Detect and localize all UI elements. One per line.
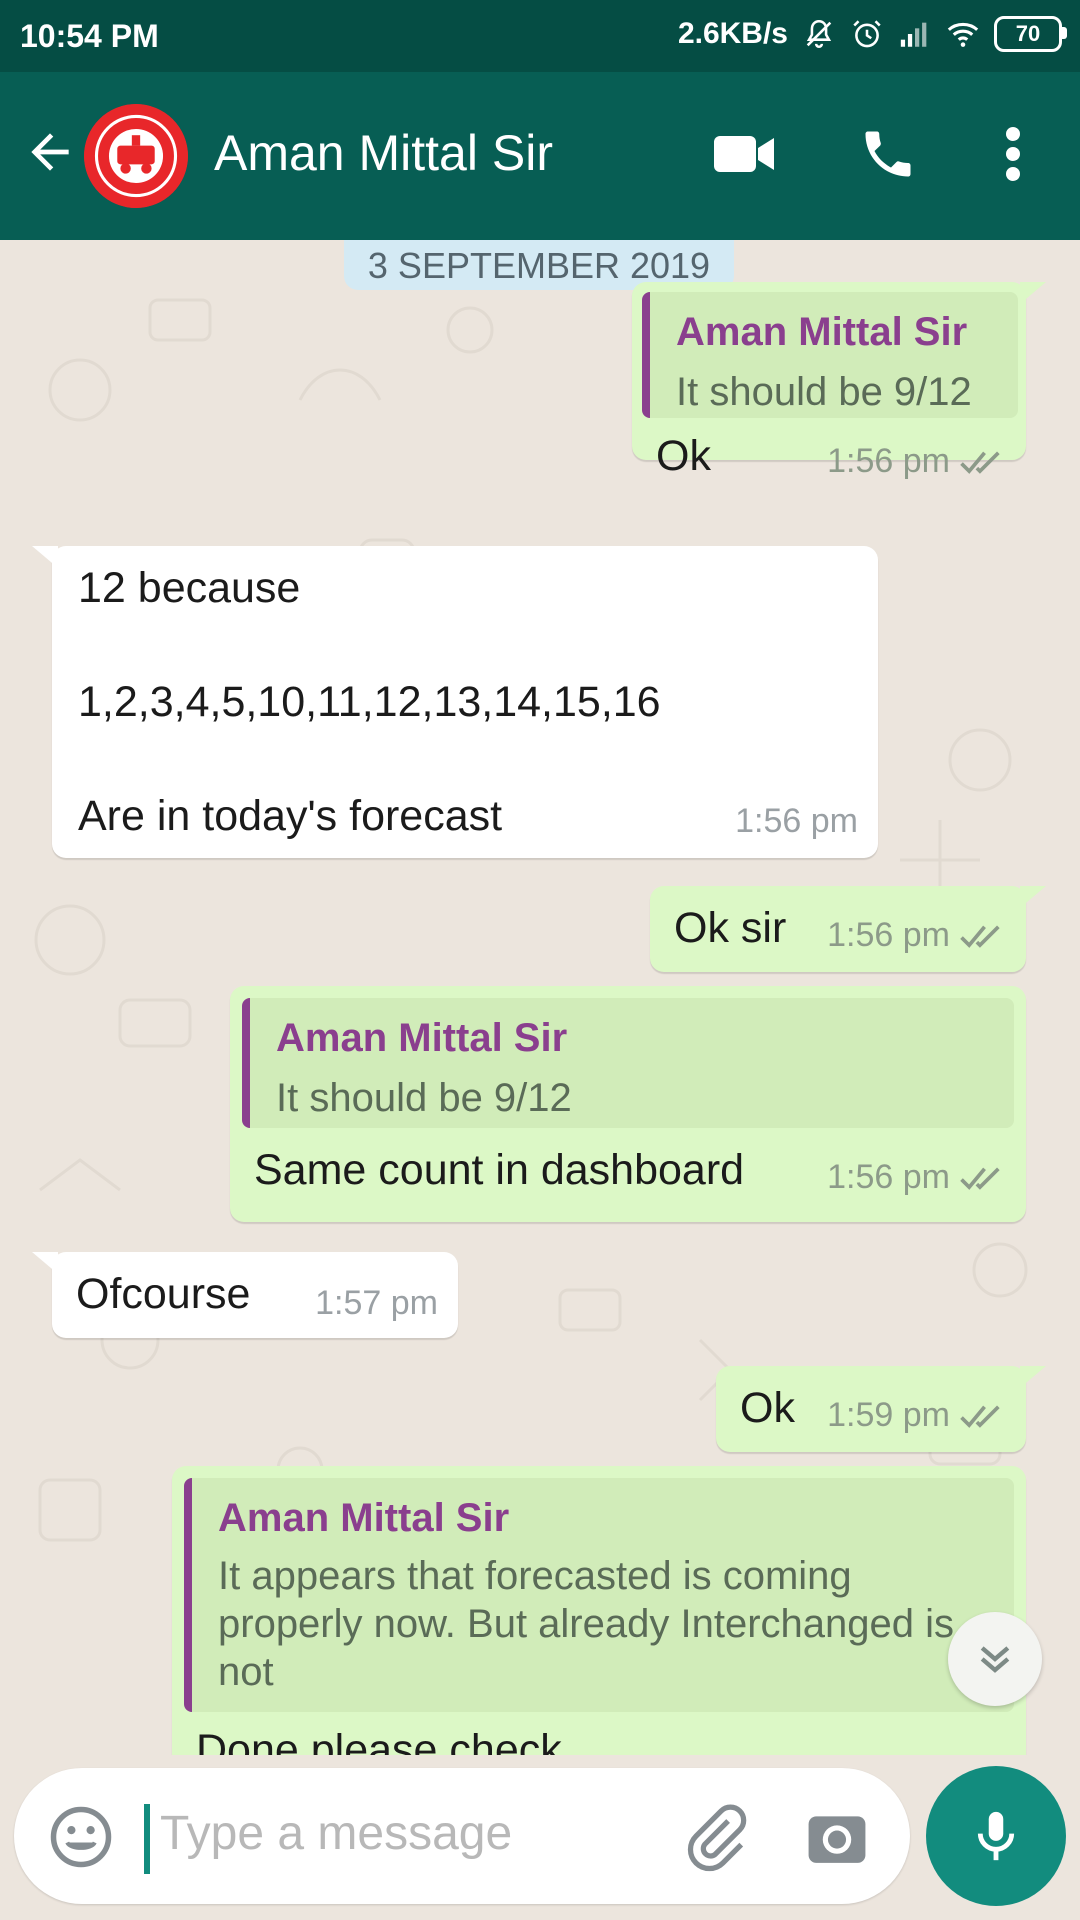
microphone-icon [977,1811,1015,1861]
double-tick-icon [960,450,1000,474]
message-meta: 1:59 pm [827,1396,1006,1435]
quoted-sender: Aman Mittal Sir [218,1496,510,1540]
battery-icon: 70 [994,16,1067,52]
voice-record-button[interactable] [926,1766,1066,1906]
text-cursor [144,1804,150,1874]
message-bubble-outgoing[interactable]: Ok sir 1:56 pm [650,886,1046,972]
bubble-tail [32,1252,58,1274]
message-line: 1,2,3,4,5,10,11,12,13,14,15,16 [78,678,661,726]
voice-call-icon[interactable] [858,124,918,184]
message-text: Same count in dashboard [254,1146,745,1194]
battery-level: 70 [1015,21,1041,46]
indian-railways-logo-icon [84,104,188,208]
status-bar: 10:54 PM 2.6KB/s 70 [0,0,1080,72]
message-list[interactable]: 3 SEPTEMBER 2019 Aman Mittal Sir It shou… [0,240,1080,1755]
video-call-icon[interactable] [712,130,776,178]
message-meta: 1:56 pm [827,1158,1006,1197]
chat-header: Aman Mittal Sir [0,72,1080,240]
signal-icon [900,22,927,47]
contact-name[interactable]: Aman Mittal Sir [214,124,553,182]
message-composer[interactable]: Type a message [14,1768,910,1904]
message-bubble-incoming[interactable]: 12 because 1,2,3,4,5,10,11,12,13,14,15,1… [32,546,878,858]
quoted-sender: Aman Mittal Sir [276,1016,568,1060]
message-text: Done please check [196,1726,562,1755]
mute-bell-icon [806,19,832,48]
message-bubble-outgoing[interactable]: Aman Mittal Sir It appears that forecast… [172,1466,1026,1755]
bubble-tail [1020,1366,1046,1388]
emoji-icon[interactable] [48,1804,114,1870]
message-bubble-outgoing[interactable]: Ok 1:59 pm [716,1366,1046,1452]
message-input[interactable]: Type a message [160,1806,512,1861]
double-tick-icon [960,924,1000,948]
message-time: 1:56 pm [735,802,858,840]
status-icons: 2.6KB/s 70 [677,16,1067,52]
message-text: Ok sir [674,904,787,952]
message-time: 1:59 pm [827,1396,950,1434]
quoted-message[interactable]: Aman Mittal Sir It should be 9/12 [642,292,1018,418]
quoted-message[interactable]: Aman Mittal Sir It appears that forecast… [184,1478,1014,1712]
attachment-icon[interactable] [680,1802,750,1872]
scroll-to-bottom-button[interactable] [948,1612,1042,1706]
quoted-message[interactable]: Aman Mittal Sir It should be 9/12 [242,998,1014,1128]
message-text: Ok [740,1384,795,1432]
message-bubble-incoming[interactable]: Ofcourse 1:57 pm [32,1252,458,1338]
quoted-text-line: It appears that forecasted is coming [218,1554,852,1598]
camera-icon[interactable] [806,1808,868,1866]
double-tick-icon [960,1404,1000,1428]
message-time: 1:56 pm [827,916,950,954]
message-line: 12 because [78,564,301,612]
status-time: 10:54 PM [20,18,159,54]
message-meta: 1:57 pm [315,1284,438,1323]
double-tick-icon [960,1166,1000,1190]
back-arrow-icon[interactable] [22,124,78,180]
message-time: 1:57 pm [315,1284,438,1322]
message-meta: 1:56 pm [827,916,1006,955]
more-options-icon[interactable] [996,124,1030,184]
message-text: Ofcourse [76,1270,251,1318]
quoted-text: It should be 9/12 [276,1076,572,1120]
quoted-text-line: properly now. But already Interchanged i… [218,1602,954,1646]
message-time: 1:56 pm [827,442,950,480]
message-meta: 1:56 pm [827,442,1006,481]
bubble-tail [32,546,58,568]
wifi-icon [947,22,979,47]
contact-avatar[interactable] [84,104,188,208]
network-speed: 2.6KB/s [677,17,788,50]
bubble-tail [1020,282,1046,304]
message-bubble-outgoing[interactable]: Aman Mittal Sir It should be 9/12 Ok 1:5… [632,282,1046,480]
message-text: Ok [656,432,711,480]
quoted-text: It should be 9/12 [676,370,972,414]
quoted-sender: Aman Mittal Sir [676,310,968,354]
message-meta: 1:56 pm [735,802,858,841]
message-line: Are in today's forecast [78,792,503,840]
message-bubble-outgoing[interactable]: Aman Mittal Sir It should be 9/12 Same c… [230,986,1026,1222]
bubble-tail [1020,886,1046,908]
alarm-icon [853,20,881,48]
message-time: 1:56 pm [827,1158,950,1196]
double-chevron-down-icon [980,1646,1010,1673]
quoted-text-line: not [218,1650,274,1694]
